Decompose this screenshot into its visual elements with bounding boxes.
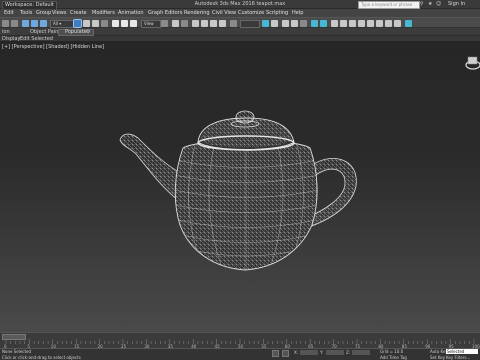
z-coordinate-field[interactable] <box>352 350 370 355</box>
viewcube-icon[interactable] <box>464 56 480 70</box>
select-object-icon[interactable] <box>73 19 82 28</box>
ribbon-options-icon[interactable]: ⚙ <box>86 29 90 35</box>
render-production-icon[interactable] <box>358 20 365 27</box>
help-icon[interactable] <box>405 20 412 27</box>
scale-icon[interactable] <box>130 20 137 27</box>
pivot-center-icon[interactable] <box>161 20 168 27</box>
schematic-view-icon[interactable] <box>320 20 327 27</box>
perspective-viewport[interactable]: [+] [Perspective] [Shaded] [Hidden Line] <box>0 42 480 332</box>
absolute-mode-icon[interactable] <box>282 350 289 357</box>
search-input[interactable]: Type a keyword or phrase <box>358 1 420 9</box>
time-slider[interactable]: 0 5 10 15 20 25 30 35 40 45 50 55 60 65 70 75 80 85 90 95 10… <box>0 332 480 349</box>
rendered-frame-window-icon[interactable] <box>349 20 356 27</box>
keyboard-shortcut-toggle-icon[interactable] <box>181 20 188 27</box>
ribbon-tab-modeling[interactable]: ion <box>2 29 10 35</box>
menu-graph-editors[interactable]: Graph Editors <box>148 10 182 16</box>
selection-status: None Selected <box>2 349 32 354</box>
menu-civil-view[interactable]: Civil View <box>212 10 236 16</box>
rectangle-selection-icon[interactable] <box>92 20 99 27</box>
edit-named-selection-icon[interactable] <box>230 20 237 27</box>
sign-in-link[interactable]: Sign In <box>448 1 465 7</box>
prompt-line: Click or click-and-drag to select object… <box>2 355 81 360</box>
menu-bar: Edit Tools Group Views Create Modifiers … <box>0 9 480 17</box>
x-coordinate-field[interactable] <box>300 350 318 355</box>
title-bar: Workspace: Default Autodesk 3ds Max 2016… <box>0 0 480 10</box>
grid-readout: Grid = 10.0 <box>380 349 404 354</box>
snaps-toggle-icon[interactable] <box>192 20 199 27</box>
mirror-icon[interactable] <box>262 20 269 27</box>
environment-icon[interactable] <box>394 20 401 27</box>
a360-gallery-icon[interactable] <box>385 20 392 27</box>
lock-selection-icon[interactable] <box>272 350 279 357</box>
ribbon-tab-object-paint[interactable]: Object Paint <box>30 29 60 35</box>
menu-scripting[interactable]: Scripting <box>266 10 288 16</box>
material-editor-icon[interactable] <box>331 20 338 27</box>
unlink-icon[interactable] <box>31 20 38 27</box>
menu-modifiers[interactable]: Modifiers <box>92 10 115 16</box>
reference-coordinate-dropdown[interactable]: View <box>141 20 161 28</box>
ribbon-tabs: ion Object Paint Populate ⚙ <box>0 28 480 36</box>
scene-explorer-icon[interactable] <box>282 20 289 27</box>
toggle-ribbon-icon[interactable] <box>300 20 307 27</box>
menu-create[interactable]: Create <box>70 10 87 16</box>
move-icon[interactable] <box>112 20 119 27</box>
selected-dropdown[interactable]: Selected <box>446 349 478 354</box>
menu-customize[interactable]: Customize <box>238 10 264 16</box>
select-and-manipulate-icon[interactable] <box>172 20 179 27</box>
teapot-wireframe[interactable] <box>0 42 480 332</box>
render-iterative-icon[interactable] <box>367 20 374 27</box>
angle-snap-icon[interactable] <box>201 20 208 27</box>
main-toolbar: All ▾ View <box>0 17 480 28</box>
selection-filter-dropdown[interactable]: All ▾ <box>50 20 74 28</box>
menu-animation[interactable]: Animation <box>118 10 144 16</box>
menu-tools[interactable]: Tools <box>20 10 32 16</box>
layer-explorer-icon[interactable] <box>291 20 298 27</box>
binoculars-icon[interactable]: ⚲ <box>420 1 424 7</box>
render-in-cloud-icon[interactable] <box>376 20 383 27</box>
curve-editor-icon[interactable] <box>311 20 318 27</box>
add-time-tag-button[interactable]: Add Time Tag <box>380 355 407 360</box>
percent-snap-icon[interactable] <box>210 20 217 27</box>
set-key-button[interactable]: Set Key <box>430 355 445 360</box>
menu-group[interactable]: Group <box>36 10 51 16</box>
spinner-snap-icon[interactable] <box>219 20 226 27</box>
menu-help[interactable]: Help <box>292 10 303 16</box>
window-crossing-icon[interactable] <box>101 20 108 27</box>
redo-icon[interactable] <box>11 20 18 27</box>
menu-rendering[interactable]: Rendering <box>184 10 210 16</box>
link-icon[interactable] <box>22 20 29 27</box>
named-selection-sets-dropdown[interactable] <box>240 20 260 28</box>
status-bar: None Selected Click or click-and-drag to… <box>0 348 480 360</box>
select-by-name-icon[interactable] <box>83 20 90 27</box>
menu-edit[interactable]: Edit <box>4 10 14 16</box>
align-icon[interactable] <box>271 20 278 27</box>
bind-space-warp-icon[interactable] <box>40 20 47 27</box>
rotate-icon[interactable] <box>121 20 128 27</box>
y-coordinate-field[interactable] <box>326 350 344 355</box>
key-filters-button[interactable]: Key Filters... <box>446 355 470 360</box>
render-setup-icon[interactable] <box>340 20 347 27</box>
undo-icon[interactable] <box>2 20 9 27</box>
account-icon[interactable]: ☺ <box>436 1 441 7</box>
communication-icon[interactable]: ★ <box>428 1 432 7</box>
menu-views[interactable]: Views <box>52 10 66 16</box>
